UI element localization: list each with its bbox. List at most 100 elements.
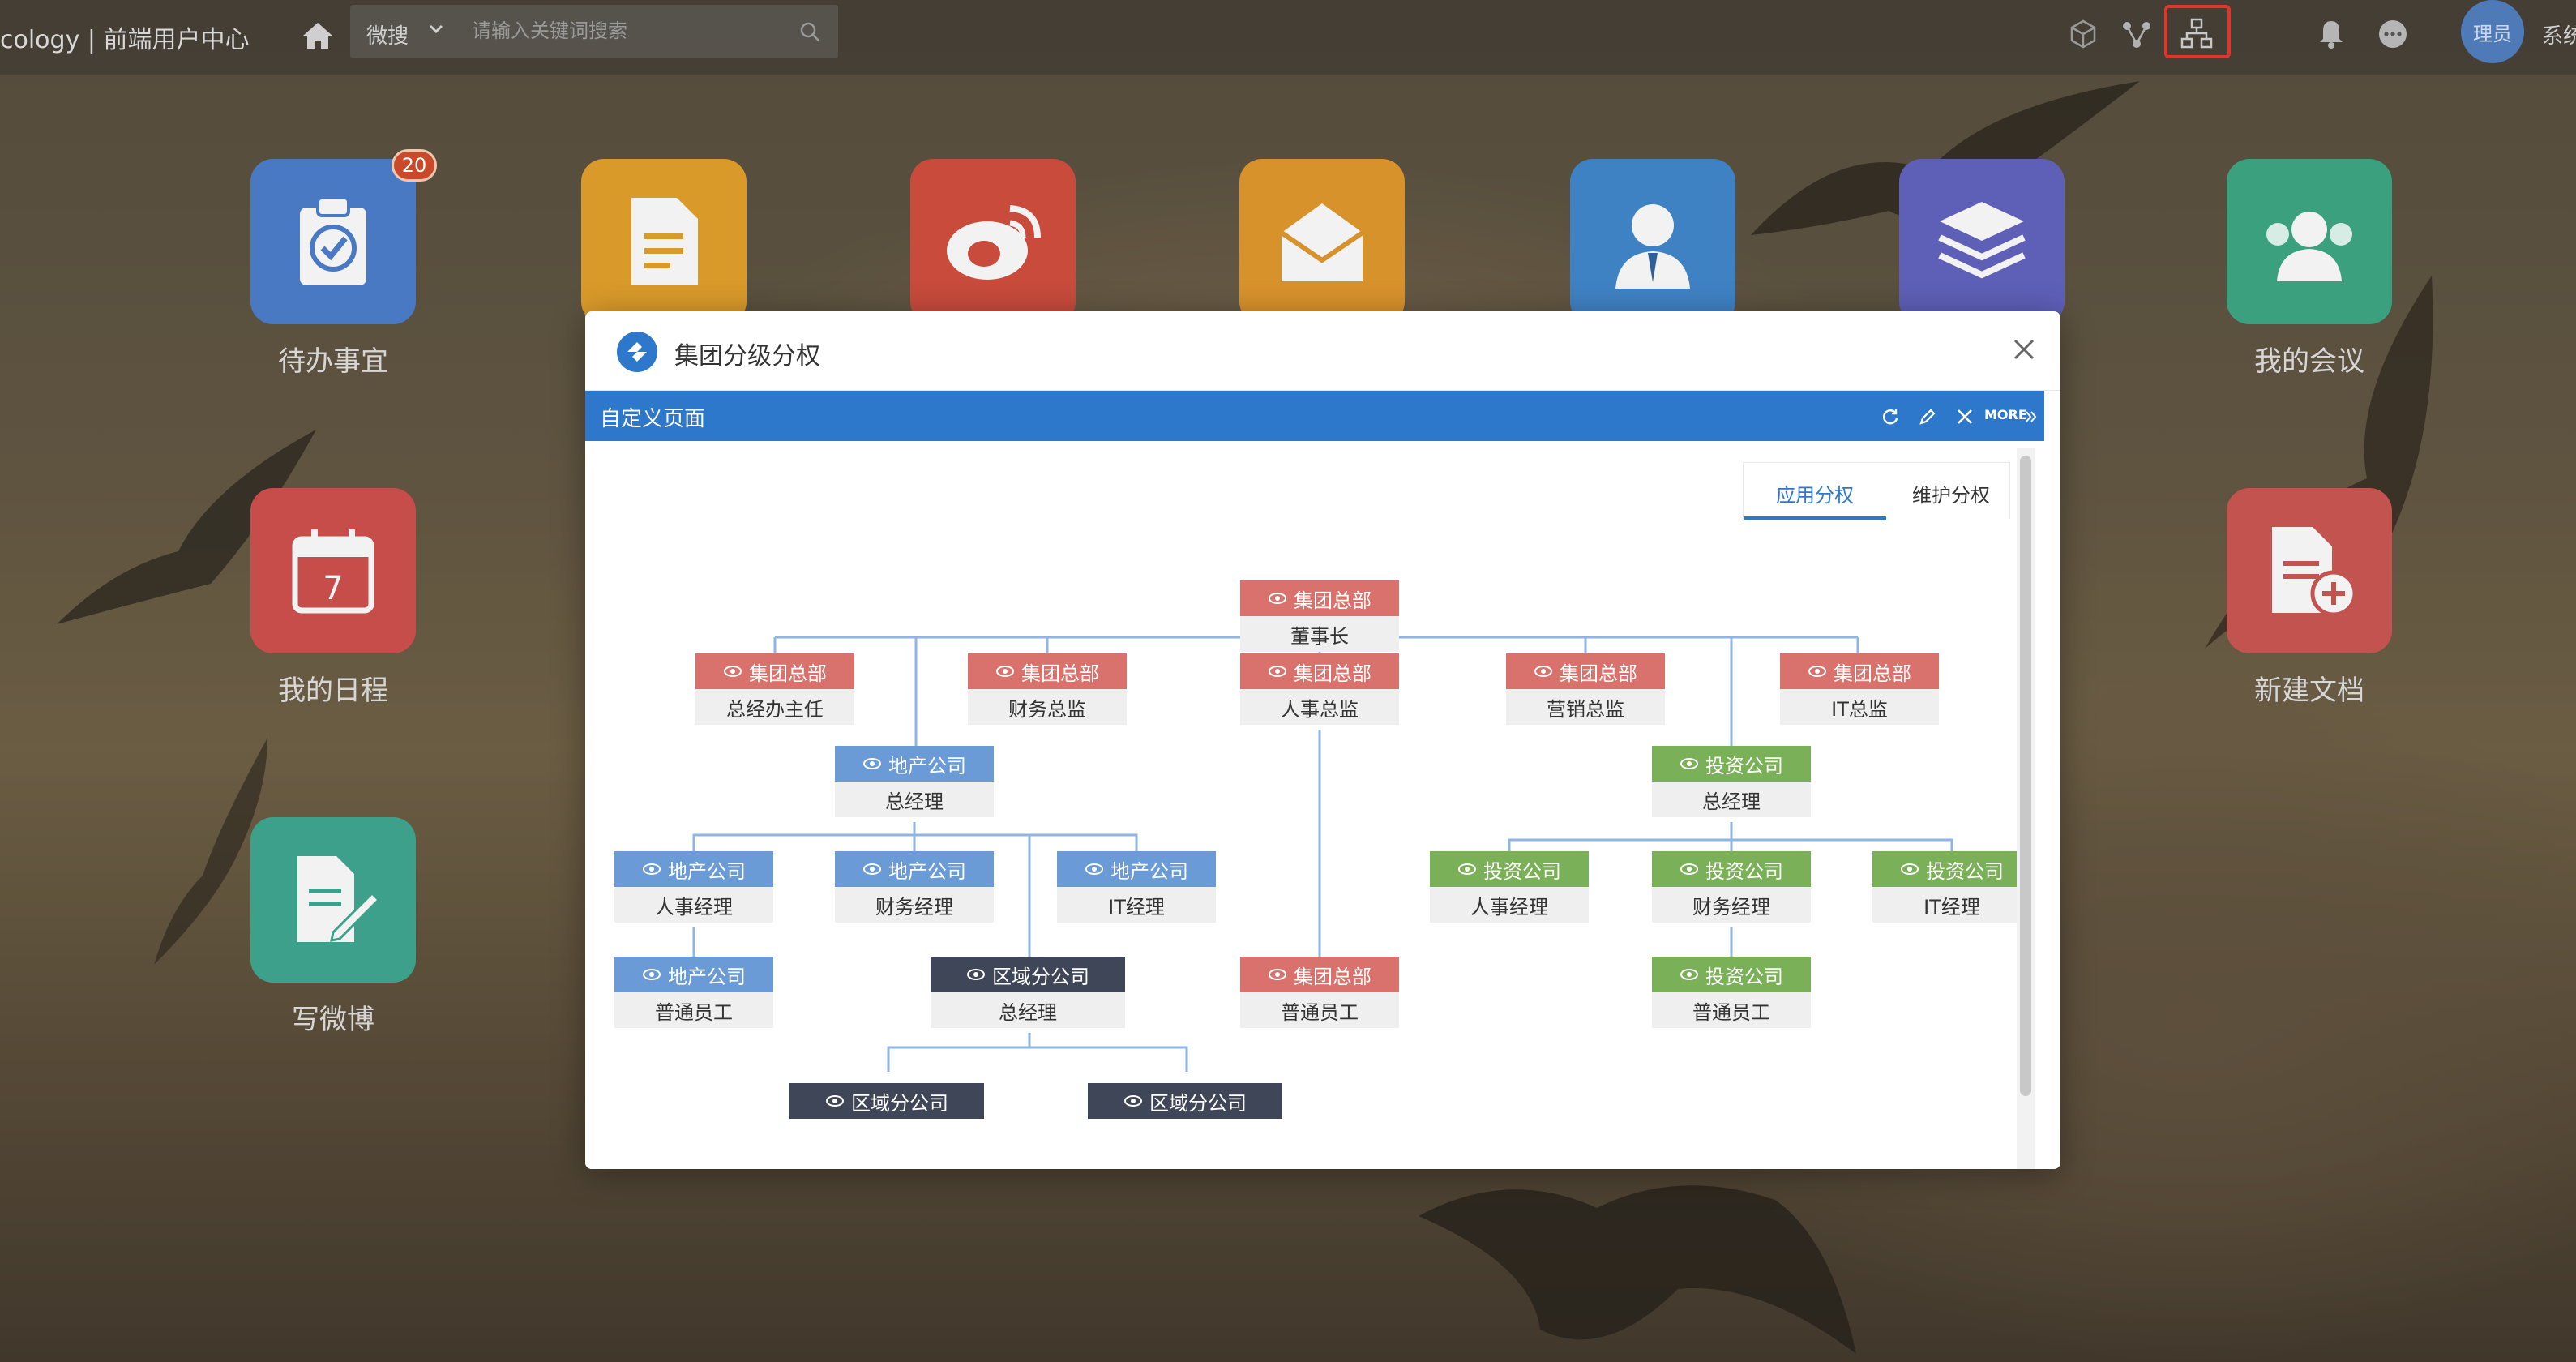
org-node-header[interactable]: 地产公司 bbox=[835, 746, 994, 782]
eye-icon[interactable] bbox=[1268, 968, 1287, 981]
home-icon[interactable] bbox=[300, 18, 336, 54]
eye-icon[interactable] bbox=[1808, 665, 1827, 678]
org-node-header[interactable]: 投资公司 bbox=[1872, 851, 2017, 887]
eye-icon[interactable] bbox=[1680, 757, 1699, 770]
app-tile[interactable] bbox=[1239, 159, 1405, 324]
org-node-inv_staff[interactable]: 投资公司 普通员工 bbox=[1652, 957, 1811, 1028]
app-documents[interactable] bbox=[579, 159, 749, 324]
org-node-header[interactable]: 投资公司 bbox=[1652, 851, 1811, 887]
org-node-g2[interactable]: 集团总部 财务总监 bbox=[968, 653, 1127, 725]
org-node-g4[interactable]: 集团总部 营销总监 bbox=[1506, 653, 1665, 725]
app-mail[interactable] bbox=[1237, 159, 1407, 324]
org-structure-icon[interactable] bbox=[2179, 16, 2214, 52]
close-icon[interactable] bbox=[1955, 407, 1975, 426]
app-tile[interactable] bbox=[250, 817, 416, 983]
org-node-re_gm[interactable]: 地产公司 总经理 bbox=[835, 746, 994, 817]
eye-icon[interactable] bbox=[1457, 863, 1477, 876]
org-node-header[interactable]: 投资公司 bbox=[1652, 957, 1811, 992]
search-icon[interactable] bbox=[798, 19, 822, 44]
org-node-header[interactable]: 投资公司 bbox=[1430, 851, 1589, 887]
org-node-inv_hr[interactable]: 投资公司 人事经理 bbox=[1430, 851, 1589, 923]
refresh-icon[interactable] bbox=[1881, 407, 1900, 426]
eye-icon[interactable] bbox=[642, 863, 661, 876]
org-node-re_fin[interactable]: 地产公司 财务经理 bbox=[835, 851, 994, 923]
org-node-re_hr[interactable]: 地产公司 人事经理 bbox=[614, 851, 773, 923]
app-tile[interactable] bbox=[2227, 159, 2392, 324]
org-node-header[interactable]: 区域分公司 bbox=[931, 957, 1125, 992]
network-icon[interactable] bbox=[2119, 16, 2155, 52]
org-node-inv_gm[interactable]: 投资公司 总经理 bbox=[1652, 746, 1811, 817]
system-label[interactable]: 系统 bbox=[2542, 19, 2576, 49]
app-tile[interactable]: 20 bbox=[250, 149, 437, 324]
org-node-header[interactable]: 区域分公司 bbox=[789, 1083, 984, 1119]
org-node-header[interactable]: 集团总部 bbox=[1240, 653, 1399, 689]
eye-icon[interactable] bbox=[642, 968, 661, 981]
org-node-header[interactable]: 投资公司 bbox=[1652, 746, 1811, 782]
org-node-inv_fin[interactable]: 投资公司 财务经理 bbox=[1652, 851, 1811, 923]
org-node-g5[interactable]: 集团总部 IT总监 bbox=[1780, 653, 1939, 725]
app-tile[interactable] bbox=[581, 159, 747, 324]
eye-icon[interactable] bbox=[1268, 592, 1287, 605]
scrollbar-thumb[interactable] bbox=[2020, 456, 2031, 1096]
chevron-right-double-icon[interactable] bbox=[2025, 407, 2038, 426]
org-node-root[interactable]: 集团总部 董事长 bbox=[1240, 580, 1399, 652]
org-node-reg1[interactable]: 区域分公司 bbox=[789, 1083, 984, 1119]
org-node-g_staff[interactable]: 集团总部 普通员工 bbox=[1240, 957, 1399, 1028]
app-tile[interactable] bbox=[1899, 159, 2065, 324]
eye-icon[interactable] bbox=[1085, 863, 1104, 876]
app-tile[interactable] bbox=[910, 159, 1076, 324]
search-scope-select[interactable]: 微搜 bbox=[366, 19, 409, 49]
cube-icon[interactable] bbox=[2065, 16, 2101, 52]
org-node-header[interactable]: 集团总部 bbox=[695, 653, 854, 689]
org-node-inv_it[interactable]: 投资公司 IT经理 bbox=[1872, 851, 2017, 923]
org-node-reg_gm[interactable]: 区域分公司 总经理 bbox=[931, 957, 1125, 1028]
eye-icon[interactable] bbox=[825, 1094, 845, 1107]
app-write-weibo[interactable]: 写微博 bbox=[248, 817, 418, 1037]
close-icon[interactable] bbox=[2009, 334, 2039, 365]
app-weibo[interactable] bbox=[908, 159, 1078, 324]
app-meetings[interactable]: 我的会议 bbox=[2224, 159, 2394, 379]
org-node-header[interactable]: 地产公司 bbox=[835, 851, 994, 887]
org-node-re_it[interactable]: 地产公司 IT经理 bbox=[1057, 851, 1216, 923]
app-todo[interactable]: 20 待办事宜 bbox=[248, 149, 437, 379]
more-link[interactable]: MORE bbox=[1984, 407, 2027, 422]
tab-apply-permission[interactable]: 应用分权 bbox=[1776, 479, 1854, 508]
app-tile[interactable]: 7 bbox=[250, 488, 416, 653]
org-node-header[interactable]: 地产公司 bbox=[614, 957, 773, 992]
eye-icon[interactable] bbox=[1534, 665, 1553, 678]
org-node-g1[interactable]: 集团总部 总经办主任 bbox=[695, 653, 854, 725]
org-node-header[interactable]: 集团总部 bbox=[1780, 653, 1939, 689]
org-node-g3[interactable]: 集团总部 人事总监 bbox=[1240, 653, 1399, 725]
tab-maintain-permission[interactable]: 维护分权 bbox=[1912, 479, 1990, 508]
eye-icon[interactable] bbox=[1123, 1094, 1143, 1107]
org-node-header[interactable]: 集团总部 bbox=[1240, 580, 1399, 616]
eye-icon[interactable] bbox=[1268, 665, 1287, 678]
org-node-header[interactable]: 集团总部 bbox=[1240, 957, 1399, 992]
app-new-document[interactable]: 新建文档 bbox=[2224, 488, 2394, 708]
eye-icon[interactable] bbox=[966, 968, 986, 981]
chevron-down-icon[interactable] bbox=[425, 18, 447, 41]
edit-icon[interactable] bbox=[1918, 407, 1937, 426]
eye-icon[interactable] bbox=[1900, 863, 1919, 876]
search-input[interactable] bbox=[472, 16, 796, 45]
org-node-header[interactable]: 集团总部 bbox=[968, 653, 1127, 689]
eye-icon[interactable] bbox=[1680, 863, 1699, 876]
bell-icon[interactable] bbox=[2313, 16, 2349, 52]
org-node-header[interactable]: 地产公司 bbox=[614, 851, 773, 887]
eye-icon[interactable] bbox=[995, 665, 1015, 678]
org-node-header[interactable]: 区域分公司 bbox=[1088, 1083, 1282, 1119]
eye-icon[interactable] bbox=[862, 863, 882, 876]
app-tile[interactable] bbox=[1570, 159, 1735, 324]
org-node-header[interactable]: 地产公司 bbox=[1057, 851, 1216, 887]
app-layers[interactable] bbox=[1897, 159, 2067, 324]
eye-icon[interactable] bbox=[862, 757, 882, 770]
app-contacts[interactable] bbox=[1568, 159, 1738, 324]
org-node-re_staff[interactable]: 地产公司 普通员工 bbox=[614, 957, 773, 1028]
more-chat-icon[interactable] bbox=[2375, 16, 2411, 52]
avatar[interactable]: 理员 bbox=[2461, 0, 2524, 63]
org-node-header[interactable]: 集团总部 bbox=[1506, 653, 1665, 689]
org-node-reg2[interactable]: 区域分公司 bbox=[1088, 1083, 1282, 1119]
eye-icon[interactable] bbox=[723, 665, 742, 678]
app-tile[interactable] bbox=[2227, 488, 2392, 653]
app-calendar[interactable]: 7 我的日程 bbox=[248, 488, 418, 708]
